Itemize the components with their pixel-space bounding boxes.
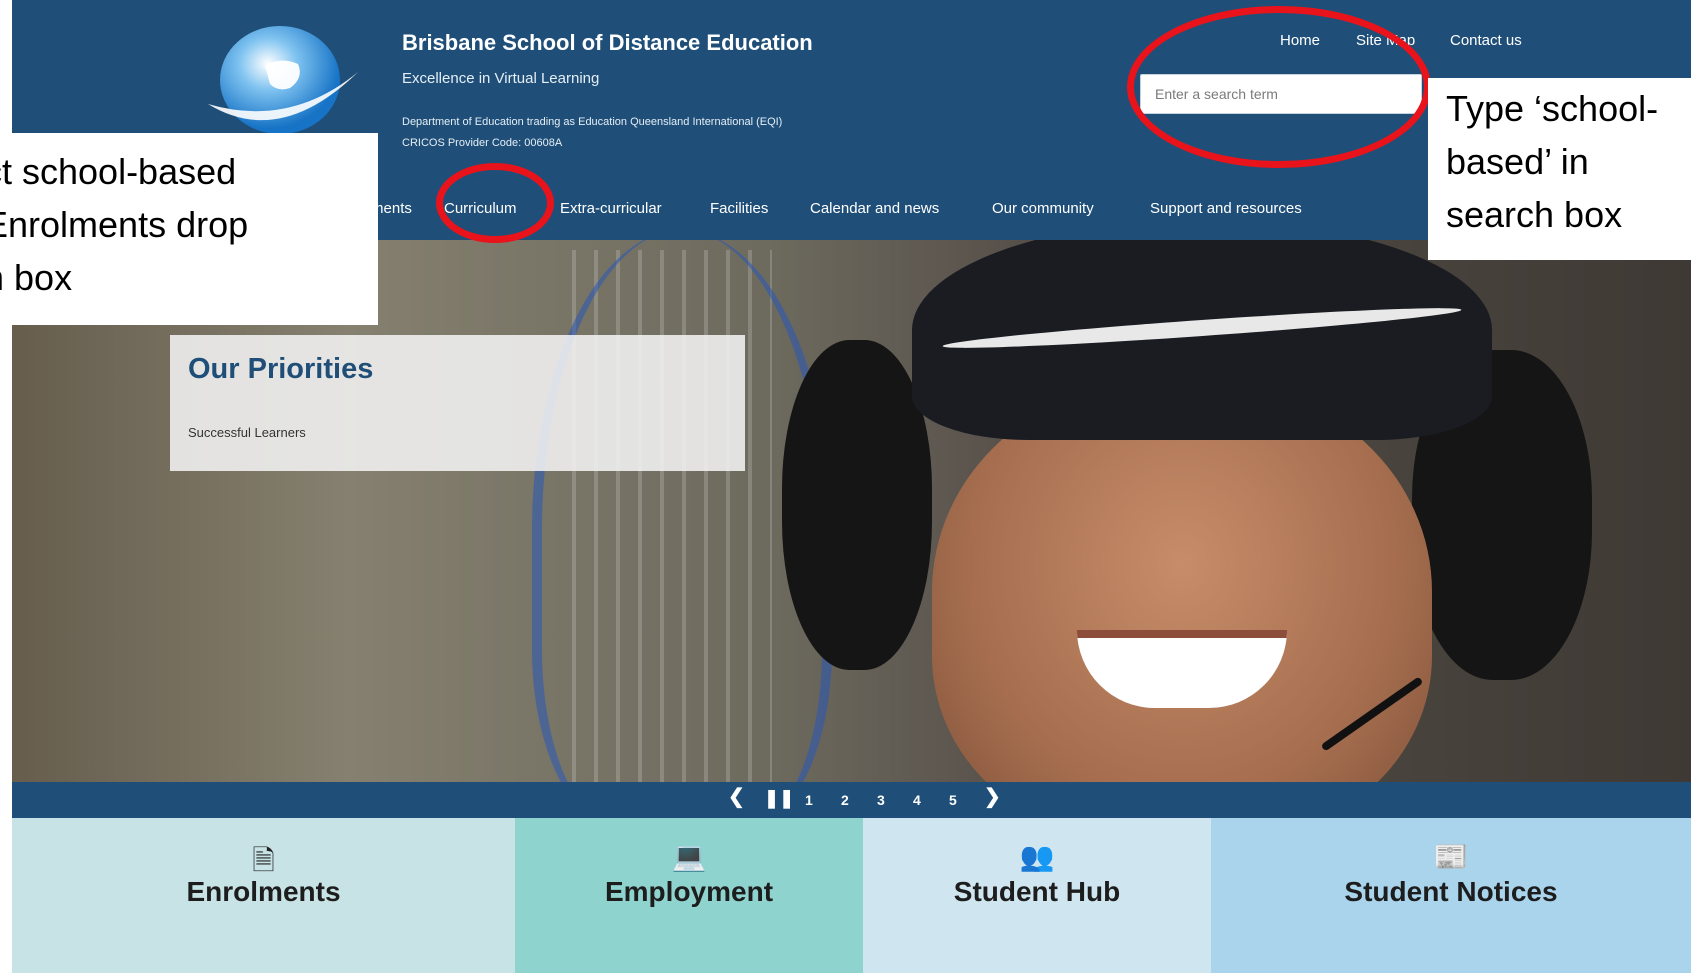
site-tagline: Excellence in Virtual Learning <box>402 70 600 87</box>
site-title[interactable]: Brisbane School of Distance Education <box>402 30 813 56</box>
nav-item-calendar-and-news[interactable]: Calendar and news <box>810 200 939 217</box>
hero-banner[interactable]: Our Priorities Successful Learners <box>12 240 1691 843</box>
callout-line: n box <box>0 257 73 298</box>
quick-link-employment[interactable]: 💻 Employment <box>515 818 863 973</box>
slide-page-5[interactable]: 5 <box>949 790 957 810</box>
annotation-ring-search <box>1127 6 1431 168</box>
globe-logo-icon[interactable] <box>190 18 370 138</box>
slide-page-4[interactable]: 4 <box>913 790 921 810</box>
cricos-line: CRICOS Provider Code: 00608A <box>402 137 563 149</box>
callout-line: based’ in <box>1446 141 1589 182</box>
newspaper-icon: 📰 <box>1433 841 1469 872</box>
priorities-subtitle: Successful Learners <box>188 425 306 440</box>
quick-link-label: Student Notices <box>1344 876 1558 907</box>
quick-link-label: Enrolments <box>186 876 341 907</box>
nav-item-extra-curricular[interactable]: Extra-curricular <box>560 200 662 217</box>
nav-item-our-community[interactable]: Our community <box>992 200 1094 217</box>
slide-page-1[interactable]: 1 <box>805 790 813 810</box>
annotation-callout-left: ct school-based Enrolments drop n box <box>0 133 378 325</box>
contact-us-link[interactable]: Contact us <box>1450 32 1522 49</box>
priorities-panel[interactable]: Our Priorities Successful Learners <box>170 335 745 471</box>
nav-item-facilities[interactable]: Facilities <box>710 200 768 217</box>
laptop-icon: 💻 <box>671 841 707 872</box>
department-line: Department of Education trading as Educa… <box>402 116 783 128</box>
student-face <box>932 380 1432 840</box>
callout-line: search box <box>1446 194 1623 235</box>
callout-line: Enrolments drop <box>0 204 249 245</box>
priorities-title: Our Priorities <box>188 353 374 385</box>
annotation-callout-right: Type ‘school- based’ in search box <box>1428 78 1691 260</box>
quick-link-enrolments[interactable]: 🗎 Enrolments <box>12 818 515 973</box>
chevron-left-icon[interactable]: ❮ <box>728 787 745 807</box>
annotation-ring-curriculum <box>436 163 554 243</box>
quick-link-label: Student Hub <box>953 876 1121 907</box>
quick-link-label: Employment <box>604 876 774 907</box>
headphone-left <box>782 340 932 670</box>
slide-page-2[interactable]: 2 <box>841 790 849 810</box>
users-icon: 👥 <box>1019 841 1055 872</box>
callout-line: ct school-based <box>0 151 237 192</box>
nav-item-support-and-resources[interactable]: Support and resources <box>1150 200 1302 217</box>
pause-icon[interactable]: ❚❚ <box>764 788 794 808</box>
quick-link-student-hub[interactable]: 👥 Student Hub <box>863 818 1211 973</box>
quick-links: 🗎 Enrolments 💻 Employment 👥 Student Hub … <box>12 818 1691 973</box>
callout-line: Type ‘school- <box>1446 88 1659 129</box>
slider-controls: ❮ ❚❚ 1 2 3 4 5 ❯ <box>12 782 1691 818</box>
chevron-right-icon[interactable]: ❯ <box>984 787 1001 807</box>
slide-page-3[interactable]: 3 <box>877 790 885 810</box>
quick-link-student-notices[interactable]: 📰 Student Notices <box>1211 818 1691 973</box>
